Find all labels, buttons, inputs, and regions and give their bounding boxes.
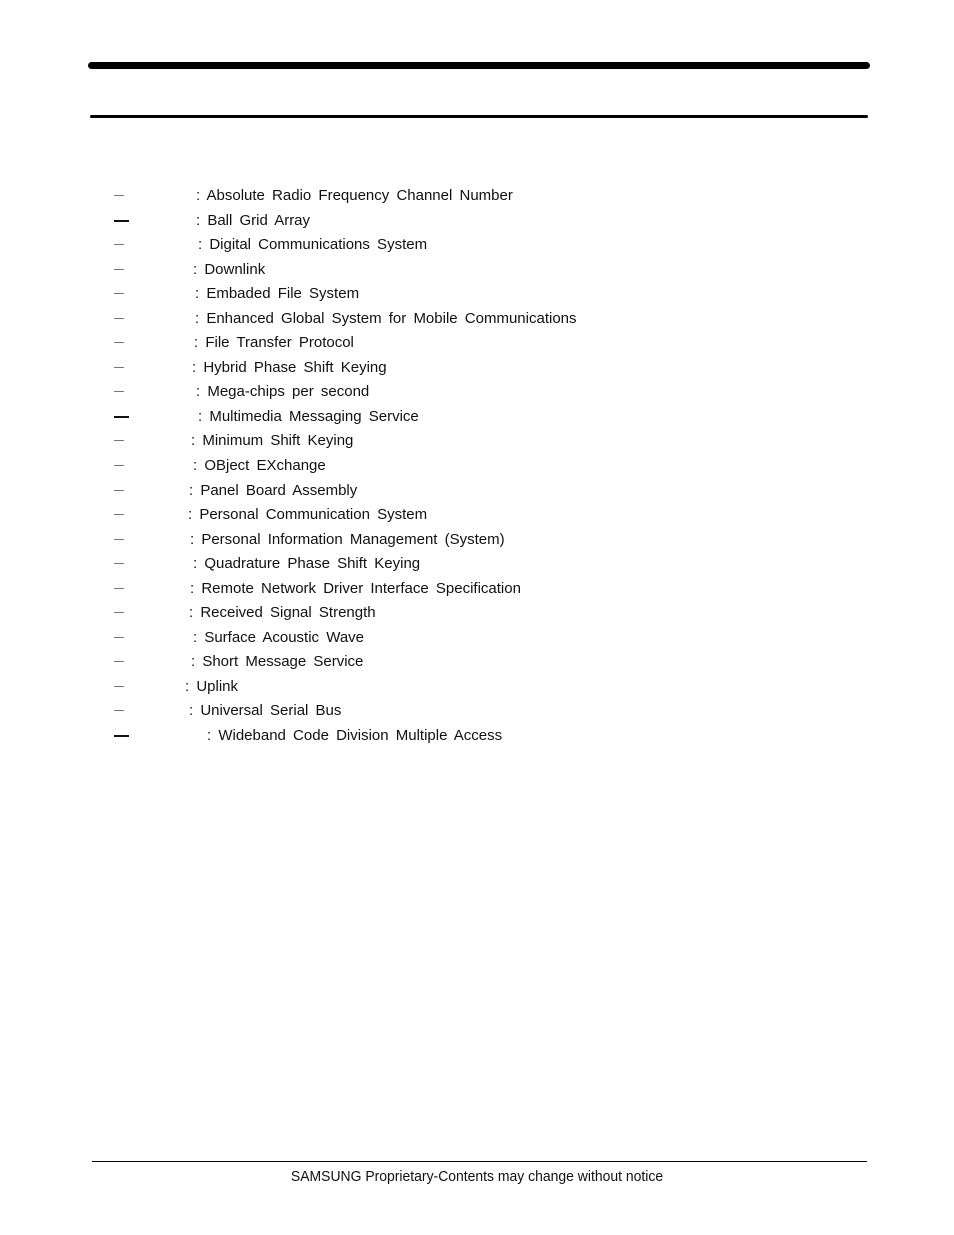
definition-text: : File Transfer Protocol — [194, 334, 354, 352]
list-item: : Remote Network Driver Interface Specif… — [0, 577, 954, 602]
dash-bullet — [114, 391, 124, 393]
definition-text: : Embaded File System — [195, 285, 360, 303]
dash-bullet — [114, 465, 124, 467]
list-item: : Received Signal Strength — [0, 601, 954, 626]
list-item: : File Transfer Protocol — [0, 331, 954, 356]
dash-bullet — [114, 293, 124, 295]
definition-text: : Uplink — [185, 677, 239, 695]
list-item: : Multimedia Messaging Service — [0, 405, 954, 430]
list-item: : Short Message Service — [0, 650, 954, 675]
list-item: : Ball Grid Array — [0, 209, 954, 234]
abbreviation-list: : Absolute Radio Frequency Channel Numbe… — [0, 184, 954, 749]
definition-text: : Remote Network Driver Interface Specif… — [190, 579, 521, 597]
dash-bullet — [114, 195, 124, 196]
list-item: : Uplink — [0, 675, 954, 700]
dash-bullet — [114, 612, 124, 614]
list-item: : Personal Communication System — [0, 503, 954, 528]
list-item: : Embaded File System — [0, 282, 954, 307]
dash-bullet — [114, 710, 124, 712]
header-rule-thick — [88, 62, 870, 69]
footer-rule — [92, 1161, 867, 1162]
list-item: : Minimum Shift Keying — [0, 429, 954, 454]
header-rule-thin — [90, 115, 868, 118]
definition-text: : Minimum Shift Keying — [191, 432, 354, 450]
dash-bullet — [114, 219, 129, 222]
footer-notice: SAMSUNG Proprietary-Contents may change … — [290, 1168, 664, 1185]
dash-bullet — [114, 636, 124, 638]
dash-bullet — [114, 661, 124, 663]
list-item: : Panel Board Assembly — [0, 479, 954, 504]
dash-bullet — [114, 317, 124, 319]
definition-text: : Downlink — [193, 260, 266, 278]
list-item: : Mega-chips per second — [0, 380, 954, 405]
definition-text: : Panel Board Assembly — [189, 481, 358, 499]
definition-text: : OBject EXchange — [193, 457, 326, 475]
definition-text: : Wideband Code Division Multiple Access — [207, 727, 503, 745]
dash-bullet — [114, 268, 124, 270]
list-item: : Quadrature Phase Shift Keying — [0, 552, 954, 577]
list-item: : Enhanced Global System for Mobile Comm… — [0, 307, 954, 332]
list-item: : Surface Acoustic Wave — [0, 626, 954, 651]
definition-text: : Ball Grid Array — [196, 211, 311, 229]
list-item: : Personal Information Management (Syste… — [0, 528, 954, 553]
dash-bullet — [114, 538, 124, 540]
dash-bullet — [114, 415, 129, 418]
definition-text: : Universal Serial Bus — [189, 702, 342, 720]
dash-bullet — [114, 440, 124, 442]
definition-text: : Personal Information Management (Syste… — [190, 530, 505, 548]
definition-text: : Hybrid Phase Shift Keying — [192, 358, 387, 376]
list-item: : Universal Serial Bus — [0, 699, 954, 724]
definition-text: : Personal Communication System — [188, 506, 428, 524]
dash-bullet — [114, 587, 124, 589]
definition-text: : Quadrature Phase Shift Keying — [193, 555, 421, 573]
definition-text: : Multimedia Messaging Service — [198, 407, 419, 425]
definition-text: : Digital Communications System — [198, 236, 428, 254]
list-item: : Wideband Code Division Multiple Access — [0, 724, 954, 749]
list-item: : Absolute Radio Frequency Channel Numbe… — [0, 184, 954, 209]
dash-bullet — [114, 244, 124, 246]
definition-text: : Mega-chips per second — [196, 383, 370, 401]
definition-text: : Short Message Service — [191, 653, 364, 671]
list-item: : Digital Communications System — [0, 233, 954, 258]
dash-bullet — [114, 514, 124, 516]
list-item: : Downlink — [0, 258, 954, 283]
dash-bullet — [114, 366, 124, 368]
dash-bullet — [114, 489, 124, 491]
list-item: : OBject EXchange — [0, 454, 954, 479]
dash-bullet — [114, 735, 129, 738]
definition-text: : Surface Acoustic Wave — [193, 628, 365, 646]
dash-bullet — [114, 563, 124, 565]
definition-text: : Enhanced Global System for Mobile Comm… — [195, 309, 577, 327]
dash-bullet — [114, 342, 124, 344]
dash-bullet — [114, 685, 124, 687]
definition-text: : Absolute Radio Frequency Channel Numbe… — [196, 187, 513, 204]
list-item: : Hybrid Phase Shift Keying — [0, 356, 954, 381]
definition-text: : Received Signal Strength — [189, 604, 376, 622]
